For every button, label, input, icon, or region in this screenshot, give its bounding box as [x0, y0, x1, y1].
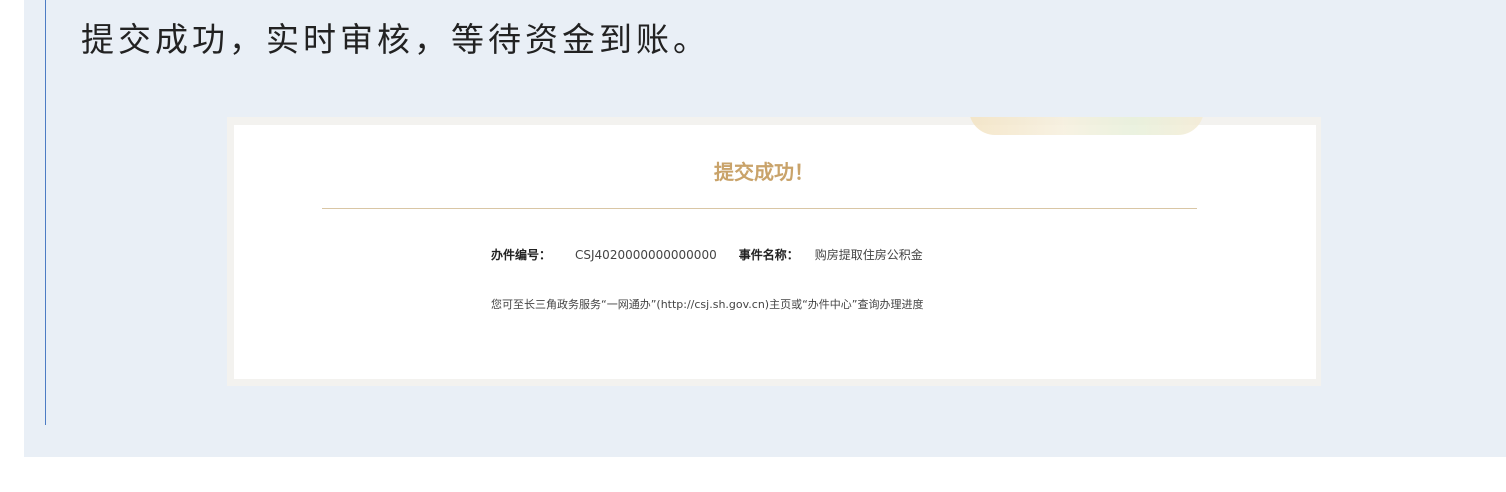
case-info-row: 办件编号： CSJ4020000000000000 事件名称： 购房提取住房公积金: [491, 246, 923, 264]
result-card: 提交成功！ 办件编号： CSJ4020000000000000 事件名称： 购房提取住…: [234, 117, 1316, 379]
case-number-value: CSJ4020000000000000: [575, 248, 717, 262]
accent-line: [45, 0, 46, 425]
page-headline: 提交成功，实时审核，等待资金到账。: [81, 20, 710, 59]
progress-note: 您可至长三角政务服务“一网通办”(http://csj.sh.gov.cn)主页…: [491, 298, 924, 311]
success-title: 提交成功！: [714, 160, 814, 184]
screenshot-frame: 提交成功！ 办件编号： CSJ4020000000000000 事件名称： 购房提取住…: [227, 117, 1321, 386]
event-name-value: 购房提取住房公积金: [814, 248, 923, 262]
decorative-banner: [969, 117, 1204, 135]
event-name-label: 事件名称：: [738, 248, 799, 262]
case-number-label: 办件编号：: [491, 248, 552, 262]
divider: [322, 208, 1197, 209]
